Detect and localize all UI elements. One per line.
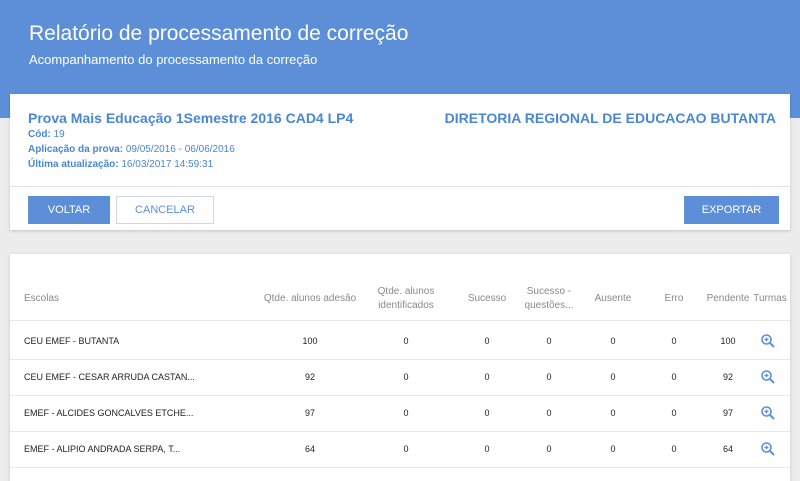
row-1-adhesion: 100 [302, 336, 318, 346]
column-header-success: Sucesso [467, 293, 507, 304]
row-2-school: CEU EMEF - CESAR ARRUDA CASTAN... [24, 372, 195, 382]
back-button[interactable]: VOLTAR [28, 196, 110, 224]
exam-code-value: 19 [53, 129, 65, 140]
row-3-absent: 0 [610, 408, 616, 418]
exam-updated-label: Última atualização: [28, 159, 119, 170]
row-1-error: 0 [671, 336, 677, 346]
exam-title: Prova Mais Educação 1Semestre 2016 CAD4 … [28, 110, 354, 126]
row-2-classes-zoom-icon[interactable] [760, 369, 776, 385]
column-header-adhesion: Qtde. alunos adesão [263, 293, 357, 304]
exam-info-card: Prova Mais Educação 1Semestre 2016 CAD4 … [10, 94, 790, 230]
directorate-name: DIRETORIA REGIONAL DE EDUCACAO BUTANTA [444, 110, 776, 126]
row-1-classes-zoom-icon[interactable] [760, 333, 776, 349]
row-4-success: 0 [484, 444, 490, 454]
row-3-error: 0 [671, 408, 677, 418]
column-header-pending: Pendente [706, 293, 750, 304]
row-4-absent: 0 [610, 444, 616, 454]
row-2-adhesion: 92 [304, 372, 315, 382]
exam-code: Cód: 19 [28, 129, 65, 140]
cancel-button[interactable]: CANCELAR [116, 196, 214, 224]
row-4-school: EMEF - ALIPIO ANDRADA SERPA, T... [24, 444, 181, 454]
row-2-identified: 0 [403, 372, 409, 382]
row-1-success-questions: 0 [546, 336, 552, 346]
column-header-success-questions: Sucesso - questões... [524, 286, 574, 311]
row-3-identified: 0 [403, 408, 409, 418]
row-divider [10, 467, 790, 468]
row-1-success: 0 [484, 336, 490, 346]
exam-updated-value: 16/03/2017 14:59:31 [121, 159, 214, 170]
row-1-pending: 100 [720, 336, 736, 346]
exam-application-value: 09/05/2016 - 06/06/2016 [125, 144, 235, 155]
column-header-classes: Turmas [753, 293, 787, 304]
row-1-school: CEU EMEF - BUTANTA [24, 336, 120, 346]
exam-application-label: Aplicação da prova: [28, 144, 124, 155]
column-header-absent: Ausente [594, 293, 632, 304]
card-divider [10, 186, 790, 187]
row-2-absent: 0 [610, 372, 616, 382]
header-divider [10, 320, 790, 321]
row-1-identified: 0 [403, 336, 409, 346]
row-3-classes-zoom-icon[interactable] [760, 405, 776, 421]
row-3-success: 0 [484, 408, 490, 418]
row-3-pending: 97 [722, 408, 733, 418]
row-4-identified: 0 [403, 444, 409, 454]
row-4-error: 0 [671, 444, 677, 454]
page-subtitle: Acompanhamento do processamento da corre… [29, 52, 318, 67]
row-divider [10, 431, 790, 432]
row-divider [10, 359, 790, 360]
column-header-schools: Escolas [24, 293, 60, 304]
row-3-adhesion: 97 [304, 408, 315, 418]
row-3-success-questions: 0 [546, 408, 552, 418]
row-divider [10, 395, 790, 396]
row-1-absent: 0 [610, 336, 616, 346]
row-2-pending: 92 [722, 372, 733, 382]
exam-application: Aplicação da prova: 09/05/2016 - 06/06/2… [28, 144, 235, 155]
exam-code-label: Cód: [28, 129, 51, 140]
column-header-identified: Qtde. alunos identificados [377, 286, 435, 311]
row-4-adhesion: 64 [304, 444, 315, 454]
processing-table: Escolas Qtde. alunos adesão Qtde. alunos… [10, 254, 790, 481]
column-header-error: Erro [664, 293, 684, 304]
export-button[interactable]: EXPORTAR [684, 196, 779, 224]
row-4-classes-zoom-icon[interactable] [760, 441, 776, 457]
row-4-success-questions: 0 [546, 444, 552, 454]
row-2-error: 0 [671, 372, 677, 382]
row-2-success-questions: 0 [546, 372, 552, 382]
row-4-pending: 64 [722, 444, 733, 454]
exam-updated: Última atualização: 16/03/2017 14:59:31 [28, 159, 213, 170]
row-3-school: EMEF - ALCIDES GONCALVES ETCHE... [24, 408, 194, 418]
page-title: Relatório de processamento de correção [29, 22, 409, 45]
row-2-success: 0 [484, 372, 490, 382]
